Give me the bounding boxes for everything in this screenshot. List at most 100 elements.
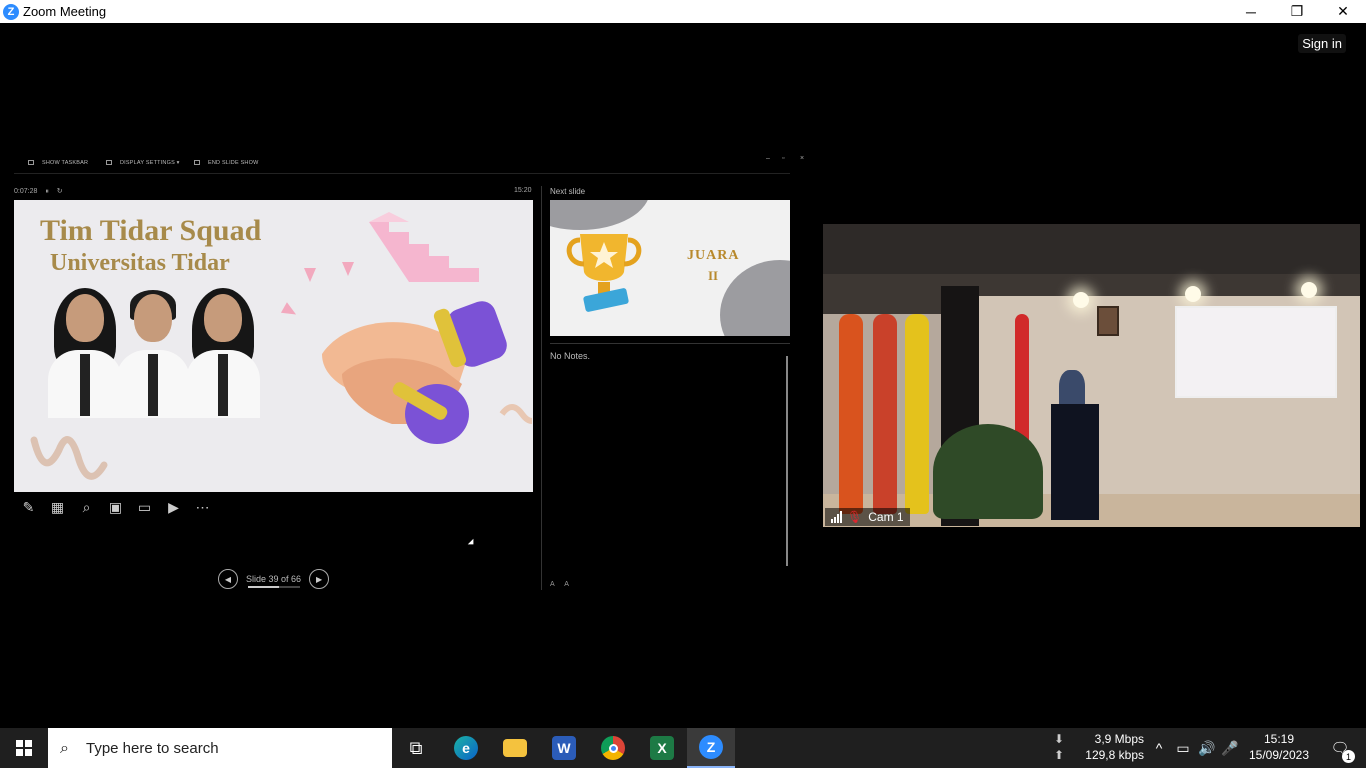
file-explorer-app[interactable]: [491, 728, 539, 768]
muted-mic-icon: 🎙: [847, 510, 863, 524]
windows-taskbar: ⌕ ⧉ e W X Z ⬇ 3,9 Mbps ⬆ 129,8 kbps ^ ▭ …: [0, 728, 1366, 768]
pen-tool-icon[interactable]: ✎: [14, 498, 43, 516]
subtitles-icon[interactable]: ▭: [130, 498, 159, 516]
pane-divider[interactable]: [541, 186, 542, 590]
microphone-icon: 🎤: [1221, 739, 1239, 756]
display-settings-button[interactable]: DISPLAY SETTINGS ▾: [106, 160, 180, 166]
next-slide-label: Next slide: [550, 187, 586, 196]
window-title: Zoom Meeting: [23, 4, 107, 19]
current-slide[interactable]: Tim Tidar Squad Universitas Tidar: [14, 200, 533, 492]
pause-icon[interactable]: ⏸: [45, 188, 49, 195]
edge-app[interactable]: e: [442, 728, 490, 768]
chevron-up-icon: ^: [1155, 740, 1163, 756]
grey-blob-shape: [550, 200, 650, 230]
minimize-button[interactable]: ─: [1228, 0, 1274, 23]
end-show-icon: [194, 160, 200, 166]
next-slide-rank: II: [708, 268, 719, 283]
slide-progress-fill: [248, 586, 279, 588]
network-status-button[interactable]: ▭: [1172, 728, 1194, 768]
grey-blob-shape: [720, 260, 790, 336]
window-titlebar: Z Zoom Meeting ─ ❐ ✕: [0, 0, 1366, 23]
search-input[interactable]: [86, 739, 366, 757]
potted-plant: [933, 424, 1043, 519]
participant-video-tile[interactable]: 🎙 Cam 1: [823, 224, 1360, 527]
restart-timer-icon[interactable]: ↻: [57, 188, 63, 195]
show-taskbar-button[interactable]: SHOW TASKBAR: [28, 160, 88, 166]
red-flag: [873, 314, 897, 514]
chrome-app[interactable]: [589, 728, 637, 768]
presenter-clock: 15:20: [514, 187, 532, 194]
more-options-icon[interactable]: ⋯: [188, 498, 217, 516]
upload-arrow-icon: ⬆: [1054, 748, 1065, 762]
yellow-flag: [905, 314, 929, 514]
excel-app[interactable]: X: [638, 728, 686, 768]
previous-slide-button[interactable]: ◀: [218, 569, 238, 589]
download-speed: 3,9 Mbps: [1094, 732, 1144, 746]
speaker-notes[interactable]: No Notes.: [550, 351, 590, 361]
upload-speed: 129,8 kbps: [1085, 748, 1144, 762]
restore-button[interactable]: ❐: [1274, 0, 1320, 23]
pink-stairs-illustration: [369, 212, 479, 282]
speaker-icon: 🔊: [1198, 739, 1216, 756]
slide-title: Tim Tidar Squad: [40, 214, 262, 247]
edge-icon: e: [454, 736, 478, 760]
decrease-font-button[interactable]: A: [564, 581, 569, 588]
signal-strength-icon: [831, 511, 843, 523]
notifications-button[interactable]: 🗨 1: [1320, 728, 1360, 768]
ceiling-light-icon: [1185, 286, 1201, 302]
ceiling-light-icon: [1073, 292, 1089, 308]
slide-tools: ✎ ▦ ⌕ ▣ ▭ ▶ ⋯: [14, 498, 217, 516]
notes-separator: [550, 343, 790, 344]
participant-name-label: 🎙 Cam 1: [825, 508, 910, 526]
windows-logo-icon: [16, 740, 32, 756]
taskbar-clock[interactable]: 15:19 15/09/2023: [1246, 731, 1312, 763]
camera-toggle-icon[interactable]: ▶: [159, 498, 188, 516]
slide-progress-bar: [248, 586, 300, 588]
next-slide-button[interactable]: ▶: [309, 569, 330, 589]
zoom-logo-icon: Z: [3, 3, 19, 20]
taskbar-search[interactable]: ⌕: [48, 728, 392, 768]
pink-cone-shape: [342, 262, 354, 276]
close-button[interactable]: ✕: [1320, 0, 1366, 23]
black-screen-icon[interactable]: ▣: [101, 498, 130, 516]
folder-icon: [503, 739, 527, 757]
word-icon: W: [552, 736, 576, 760]
task-view-button[interactable]: ⧉: [392, 728, 440, 768]
notes-font-controls: A A: [550, 581, 569, 588]
notes-scrollbar[interactable]: [786, 356, 788, 566]
slide-subtitle: Universitas Tidar: [50, 250, 230, 276]
handshake-illustration: [322, 301, 532, 444]
pink-cone-shape: [304, 268, 316, 282]
taskbar-icon: [28, 160, 34, 166]
task-view-icon: ⧉: [409, 737, 423, 758]
participant-name: Cam 1: [868, 510, 904, 524]
clock-time: 15:19: [1263, 732, 1295, 746]
sign-in-button[interactable]: Sign in: [1298, 34, 1346, 53]
zoom-app[interactable]: Z: [687, 728, 735, 768]
wall-portrait: [1097, 306, 1119, 336]
search-icon: ⌕: [60, 740, 69, 757]
projector-screen: [1175, 306, 1337, 398]
presenter-close-icon[interactable]: ×: [800, 155, 804, 162]
pink-cone-shape: [280, 302, 300, 320]
start-button[interactable]: [0, 728, 48, 768]
network-speed: ⬇ 3,9 Mbps ⬆ 129,8 kbps: [1054, 731, 1144, 763]
microphone-button[interactable]: 🎤: [1220, 728, 1240, 768]
ceiling-light-icon: [1301, 282, 1317, 298]
zoom-slide-icon[interactable]: ⌕: [72, 498, 101, 516]
presenter-minimize-icon[interactable]: –: [766, 155, 770, 162]
end-slide-show-button[interactable]: END SLIDE SHOW: [194, 160, 258, 166]
next-slide-preview[interactable]: JUARA II: [550, 200, 790, 336]
see-all-slides-icon[interactable]: ▦: [43, 498, 72, 516]
increase-font-button[interactable]: A: [550, 581, 554, 588]
show-hidden-icons-button[interactable]: ^: [1150, 728, 1168, 768]
network-icon: ▭: [1176, 739, 1190, 756]
presenter-restore-icon[interactable]: ▫: [782, 155, 784, 162]
display-icon: [106, 160, 112, 166]
volume-button[interactable]: 🔊: [1196, 728, 1218, 768]
excel-icon: X: [650, 736, 674, 760]
notification-badge: 1: [1342, 750, 1355, 763]
zoom-icon: Z: [699, 735, 723, 759]
team-member-photo: [182, 288, 264, 418]
word-app[interactable]: W: [540, 728, 588, 768]
